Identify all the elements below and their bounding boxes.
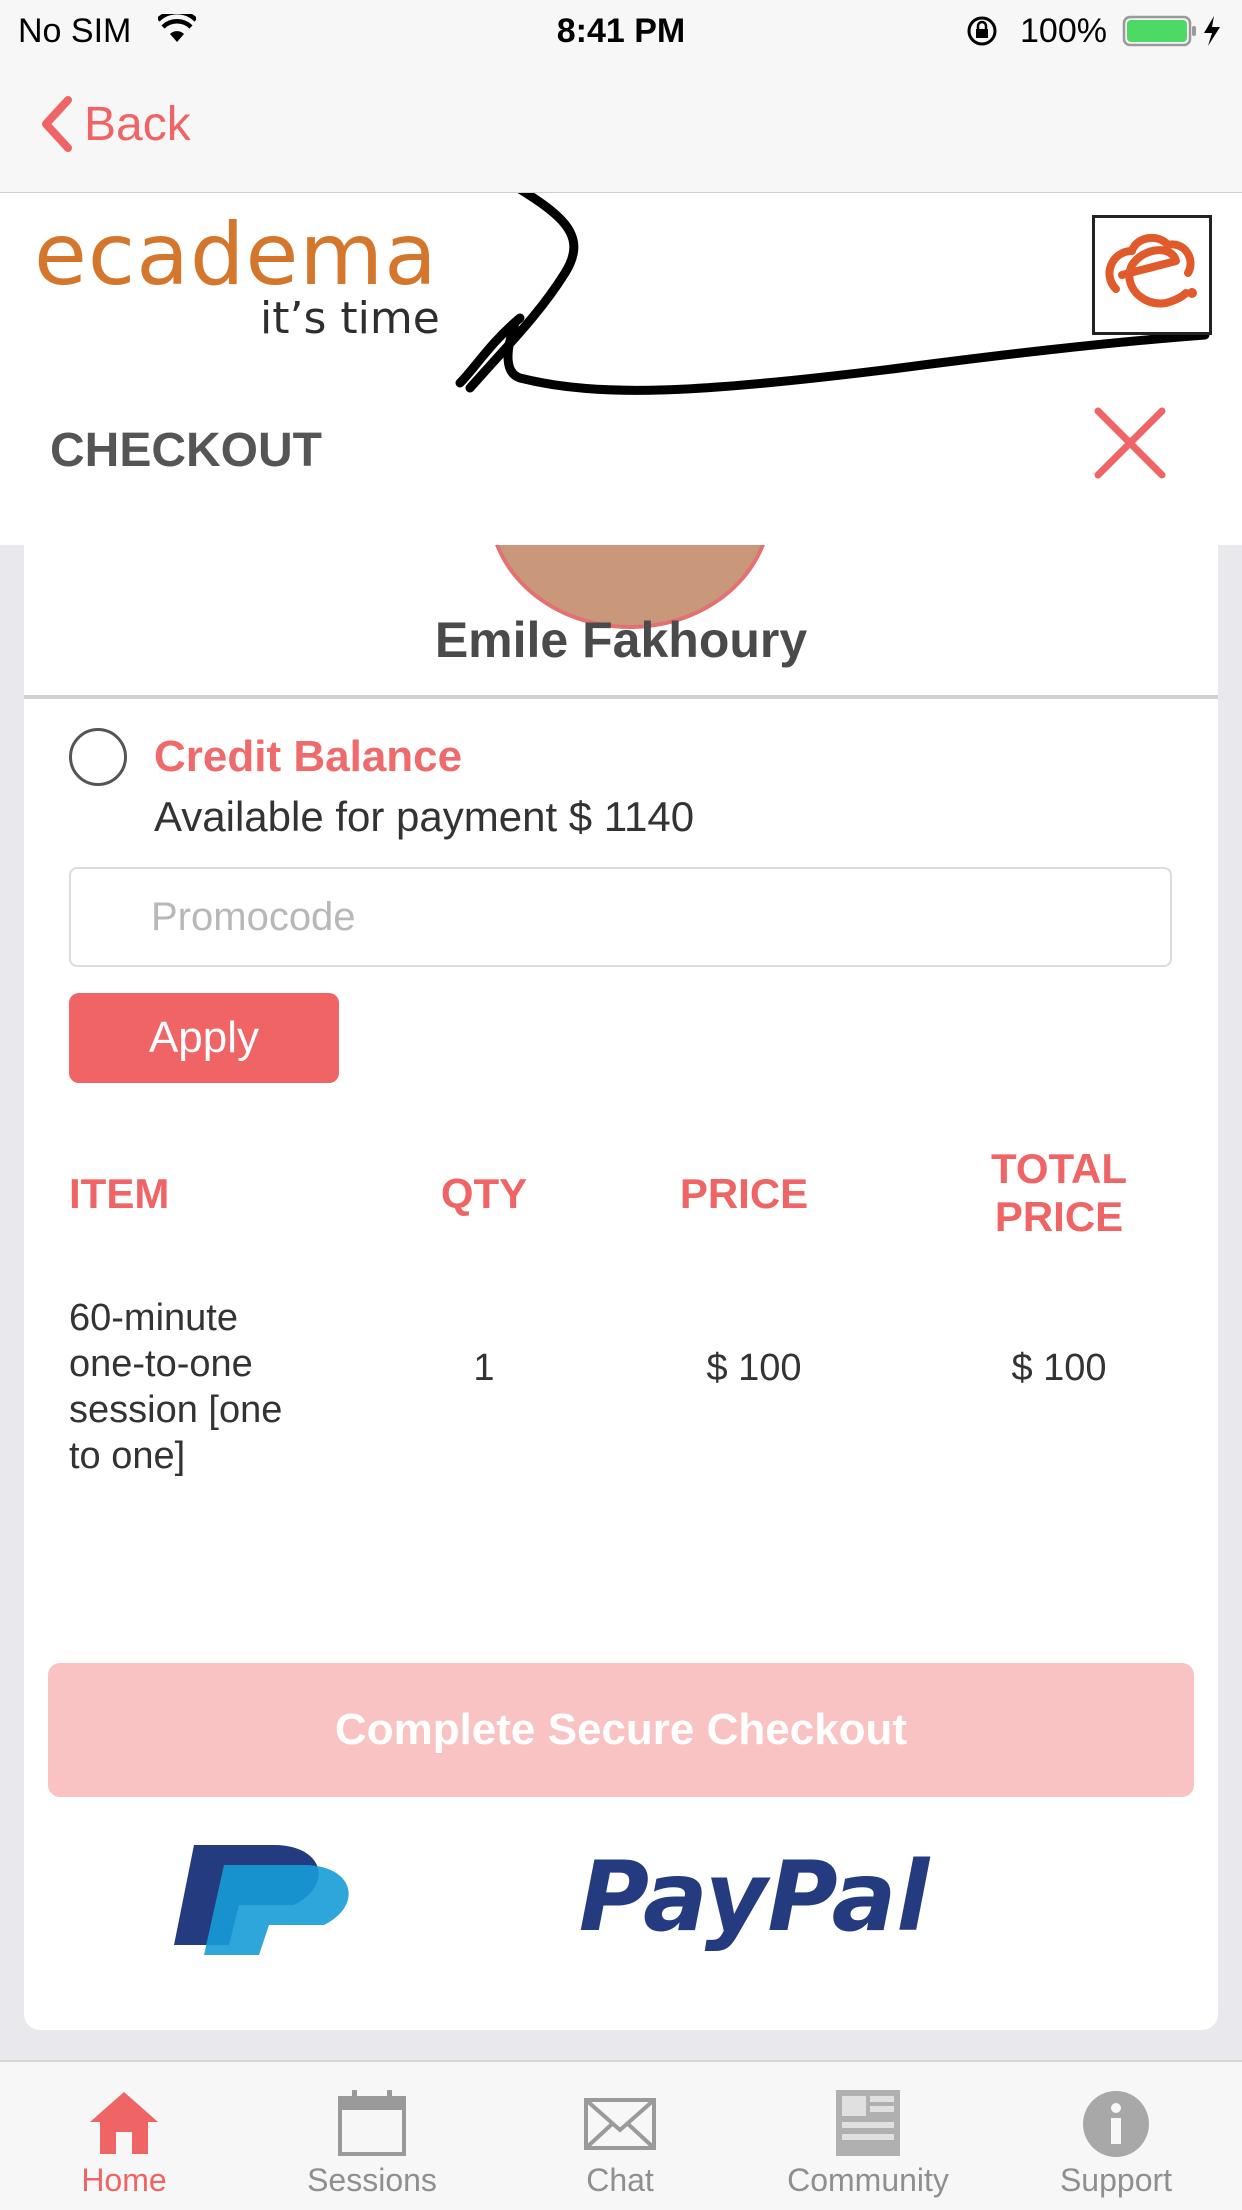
info-icon xyxy=(1083,2091,1149,2157)
qty-cell: 1 xyxy=(473,1347,495,1389)
back-button[interactable]: Back xyxy=(36,92,191,156)
column-header-total-price: TOTAL PRICE xyxy=(990,1145,1128,1240)
chevron-left-icon xyxy=(42,96,72,152)
tab-label: Home xyxy=(81,2162,167,2198)
item-cell: 60-minute one-to-one session [one to one… xyxy=(69,1297,283,1477)
apply-button[interactable]: Apply xyxy=(69,993,339,1083)
paypal-wordmark: PayPal xyxy=(579,1841,931,1953)
newspaper-icon xyxy=(836,2090,900,2156)
price-cell: $ 100 xyxy=(706,1347,802,1389)
orientation-lock-icon xyxy=(967,16,997,46)
promocode-input[interactable] xyxy=(69,867,1172,967)
battery-icon xyxy=(1122,15,1220,47)
status-bar: No SIM 8:41 PM 100% xyxy=(0,0,1242,62)
complete-checkout-button[interactable]: Complete Secure Checkout xyxy=(48,1663,1194,1797)
ecadema-app-icon[interactable] xyxy=(1092,215,1212,335)
column-header-item: ITEM xyxy=(69,1170,170,1217)
navigation-bar: Back xyxy=(0,62,1242,194)
tab-home[interactable]: Home xyxy=(0,2062,248,2210)
tab-chat[interactable]: Chat xyxy=(496,2062,744,2210)
back-label: Back xyxy=(84,97,191,151)
home-icon xyxy=(90,2092,158,2154)
tab-bar: Home Sessions Chat Community Support xyxy=(0,2060,1242,2210)
tab-label: Community xyxy=(787,2162,949,2198)
coach-name: Emile Fakhoury xyxy=(434,612,808,668)
page-title: CHECKOUT xyxy=(50,424,322,477)
credit-available-text: Available for payment $ 1140 xyxy=(154,793,695,840)
checkout-card: Emile Fakhoury Credit Balance Available … xyxy=(24,545,1218,2030)
divider xyxy=(24,695,1218,699)
close-icon[interactable] xyxy=(1090,403,1170,483)
table-row: 60-minute one-to-one session [one to one… xyxy=(24,1295,1218,1477)
tab-label: Chat xyxy=(586,2162,654,2198)
tab-label: Sessions xyxy=(307,2162,437,2198)
column-header-price: PRICE xyxy=(679,1170,809,1217)
scribble-annotation xyxy=(455,193,1210,395)
calendar-icon xyxy=(338,2090,406,2156)
credit-balance-radio[interactable] xyxy=(69,728,127,786)
tab-sessions[interactable]: Sessions xyxy=(248,2062,496,2210)
paypal-logo[interactable]: PayPal xyxy=(154,1835,1114,1955)
tab-community[interactable]: Community xyxy=(744,2062,992,2210)
envelope-icon xyxy=(584,2098,656,2150)
battery-percent: 100% xyxy=(1020,12,1107,50)
tab-support[interactable]: Support xyxy=(992,2062,1240,2210)
app-header: ecadema it’s time CHECKOUT xyxy=(0,193,1242,545)
credit-balance-label: Credit Balance xyxy=(154,732,463,781)
column-header-qty: QTY xyxy=(440,1170,528,1217)
tab-label: Support xyxy=(1059,2162,1173,2198)
total-price-cell: $ 100 xyxy=(1011,1347,1107,1389)
